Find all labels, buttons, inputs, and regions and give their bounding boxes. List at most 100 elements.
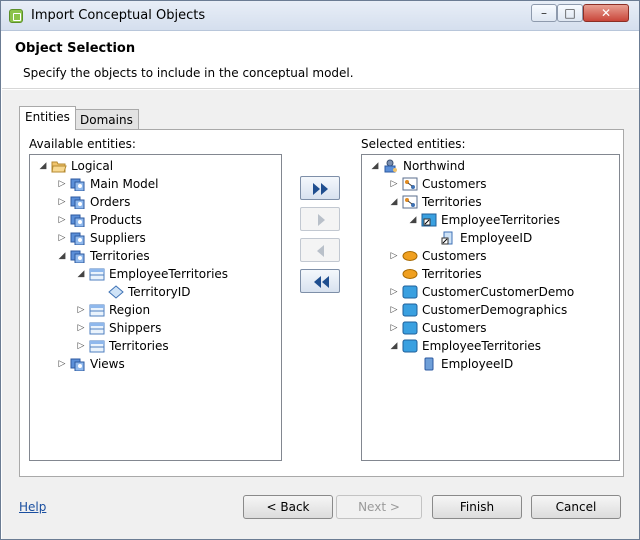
collapse-toggle-icon[interactable]: ◢ — [57, 247, 67, 265]
available-tree-item[interactable]: ◢ Logical — [30, 157, 281, 175]
selected-tree-item-label: CustomerCustomerDemo — [422, 285, 575, 299]
table-icon — [89, 321, 105, 335]
selected-tree-item[interactable]: Territories — [362, 265, 619, 283]
table-icon — [89, 267, 105, 281]
available-tree-item[interactable]: ▷ Main Model — [30, 175, 281, 193]
relationship-icon — [402, 177, 418, 191]
expand-toggle-icon[interactable]: ▷ — [76, 319, 86, 337]
tab-domains[interactable]: Domains — [74, 109, 139, 131]
wizard-header: Object Selection Specify the objects to … — [2, 32, 639, 89]
cancel-button[interactable]: Cancel — [531, 495, 621, 519]
available-tree-item[interactable]: ▷ Region — [30, 301, 281, 319]
collapse-toggle-icon[interactable]: ◢ — [389, 337, 399, 355]
available-tree-item[interactable]: ▷ Territories — [30, 337, 281, 355]
attribute-icon — [421, 357, 437, 371]
model-icon — [70, 213, 86, 228]
selected-tree-item[interactable]: ◢ EmployeeTerritories — [362, 211, 619, 229]
maximize-button[interactable]: □ — [557, 4, 583, 22]
relationship-icon — [402, 195, 418, 209]
selected-tree-item[interactable]: EmployeeID — [362, 355, 619, 373]
ellipse-icon — [402, 249, 418, 263]
available-tree-item[interactable]: ▷ Suppliers — [30, 229, 281, 247]
remove-button[interactable] — [300, 238, 340, 262]
selected-entities-label: Selected entities: — [361, 137, 466, 151]
minimize-button[interactable]: – — [531, 4, 557, 22]
selected-tree-item-label: EmployeeID — [441, 357, 514, 371]
available-tree-item-label: Suppliers — [90, 231, 146, 245]
available-tree-item[interactable]: ◢ EmployeeTerritories — [30, 265, 281, 283]
entity-icon — [402, 303, 418, 317]
available-tree-item[interactable]: ▷ Products — [30, 211, 281, 229]
entity-icon — [402, 339, 418, 353]
close-button[interactable]: ✕ — [583, 4, 629, 22]
collapse-toggle-icon[interactable]: ◢ — [389, 193, 399, 211]
selected-tree-item-label: EmployeeID — [460, 231, 533, 245]
wizard-body: Entities Domains Available entities: ◢ Lo… — [2, 90, 639, 539]
finish-button[interactable]: Finish — [432, 495, 522, 519]
collapse-toggle-icon[interactable]: ◢ — [408, 211, 418, 229]
available-tree-item[interactable]: ▷ Shippers — [30, 319, 281, 337]
expand-toggle-icon[interactable]: ▷ — [57, 211, 67, 229]
expand-toggle-icon[interactable]: ▷ — [57, 229, 67, 247]
back-button[interactable]: < Back — [243, 495, 333, 519]
entity-icon — [402, 321, 418, 335]
expand-toggle-icon[interactable]: ▷ — [57, 175, 67, 193]
selected-tree-item[interactable]: ▷ Customers — [362, 175, 619, 193]
model-icon — [70, 249, 86, 264]
expand-toggle-icon[interactable]: ▷ — [389, 283, 399, 301]
selected-tree-item-label: Territories — [422, 267, 482, 281]
collapse-toggle-icon[interactable]: ◢ — [76, 265, 86, 283]
available-entities-label: Available entities: — [29, 137, 136, 151]
model-icon — [70, 231, 86, 246]
tab-entities[interactable]: Entities — [19, 106, 76, 130]
available-entities-tree[interactable]: ◢ Logical ▷ Main Model ▷ Orders ▷ Products ▷ Supp… — [29, 154, 282, 461]
right-arrow-icon — [318, 214, 325, 226]
next-button[interactable]: Next > — [336, 495, 422, 519]
collapse-toggle-icon[interactable]: ◢ — [370, 157, 380, 175]
selected-entities-tree[interactable]: ◢ Northwind ▷ Customers ◢ Territories ◢ Employe… — [361, 154, 620, 461]
collapse-toggle-icon[interactable]: ◢ — [38, 157, 48, 175]
selected-tree-item[interactable]: EmployeeID — [362, 229, 619, 247]
help-link[interactable]: Help — [19, 500, 46, 514]
available-tree-item-label: Main Model — [90, 177, 159, 191]
model-icon — [70, 177, 86, 192]
selected-tree-item-label: EmployeeTerritories — [441, 213, 561, 227]
add-all-button[interactable] — [300, 176, 340, 200]
remove-all-button[interactable] — [300, 269, 340, 293]
selected-tree-item[interactable]: ◢ Northwind — [362, 157, 619, 175]
expand-toggle-icon[interactable]: ▷ — [389, 247, 399, 265]
selected-tree-item[interactable]: ▷ CustomerCustomerDemo — [362, 283, 619, 301]
double-left-arrow-icon — [314, 276, 329, 288]
selected-tree-item-label: CustomerDemographics — [422, 303, 568, 317]
table-icon — [89, 339, 105, 353]
expand-toggle-icon[interactable]: ▷ — [76, 337, 86, 355]
expand-toggle-icon[interactable]: ▷ — [57, 193, 67, 211]
app-icon — [9, 9, 23, 23]
available-tree-item-label: Region — [109, 303, 151, 317]
attribute-shortcut-icon — [440, 231, 456, 245]
available-tree-item-label: Orders — [90, 195, 131, 209]
selected-tree-item-label: Customers — [422, 177, 487, 191]
available-tree-item-label: Shippers — [109, 321, 162, 335]
expand-toggle-icon[interactable]: ▷ — [76, 301, 86, 319]
expand-toggle-icon[interactable]: ▷ — [389, 319, 399, 337]
available-tree-item[interactable]: ▷ Views — [30, 355, 281, 373]
model-icon — [70, 357, 86, 372]
selected-tree-item[interactable]: ▷ Customers — [362, 247, 619, 265]
selected-tree-item[interactable]: ◢ Territories — [362, 193, 619, 211]
selected-tree-item-label: Customers — [422, 321, 487, 335]
available-tree-item-label: Territories — [90, 249, 150, 263]
available-tree-item[interactable]: TerritoryID — [30, 283, 281, 301]
available-tree-item[interactable]: ▷ Orders — [30, 193, 281, 211]
selected-tree-item-label: EmployeeTerritories — [422, 339, 542, 353]
selected-tree-item[interactable]: ▷ CustomerDemographics — [362, 301, 619, 319]
add-button[interactable] — [300, 207, 340, 231]
selected-tree-item[interactable]: ◢ EmployeeTerritories — [362, 337, 619, 355]
expand-toggle-icon[interactable]: ▷ — [57, 355, 67, 373]
table-icon — [89, 303, 105, 317]
person-model-icon — [383, 159, 399, 173]
selected-tree-item[interactable]: ▷ Customers — [362, 319, 619, 337]
available-tree-item[interactable]: ◢ Territories — [30, 247, 281, 265]
expand-toggle-icon[interactable]: ▷ — [389, 301, 399, 319]
expand-toggle-icon[interactable]: ▷ — [389, 175, 399, 193]
